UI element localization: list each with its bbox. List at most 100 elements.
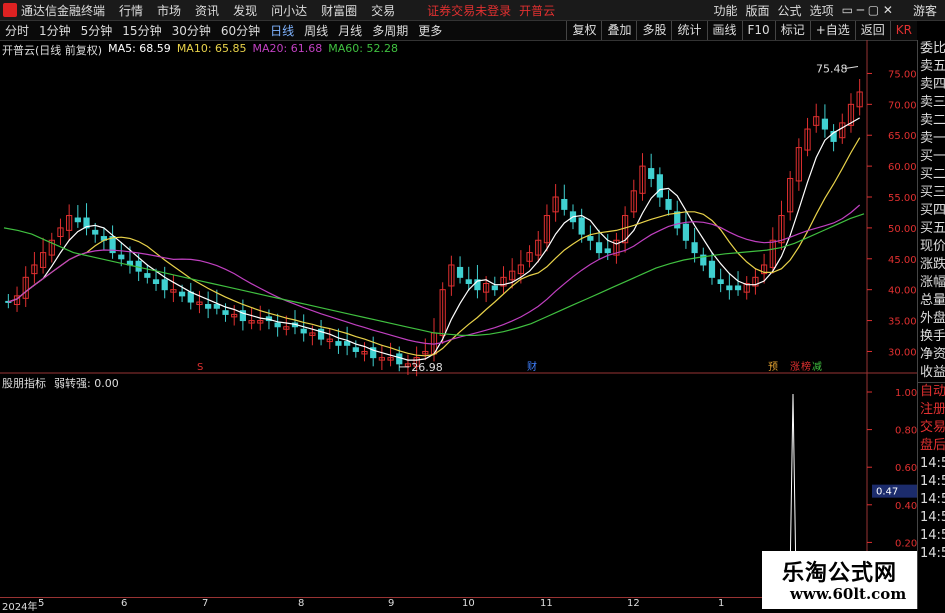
menu-jiaoyi[interactable]: 交易	[371, 2, 395, 19]
candle-body	[144, 273, 151, 278]
period-5min[interactable]: 5分钟	[76, 22, 118, 39]
sidebar-item: 买四	[920, 203, 945, 218]
period-bar: 分时 1分钟 5分钟 15分钟 30分钟 60分钟 日线 周线 月线 多周期 更…	[0, 21, 917, 41]
sidebar-item: 14:57	[920, 546, 945, 561]
kline-chart[interactable]: 75.00 70.00 65.00 60.00 55.00 50.00 45.00 40.00…	[0, 40, 917, 597]
sub-tick-label: 0.60	[895, 463, 917, 474]
sidebar-item: 总量	[920, 293, 945, 308]
menu-banmian[interactable]: 版面	[746, 2, 770, 19]
candle-body	[74, 217, 81, 223]
period-fenshi[interactable]: 分时	[0, 22, 34, 39]
sidebar-item: 涨幅	[920, 275, 945, 290]
marker-bang: 榜	[801, 360, 811, 373]
watermark-url: www.60lt.com	[790, 585, 907, 603]
menu-shichang[interactable]: 市场	[157, 2, 181, 19]
high-price-label: 75.48	[816, 62, 848, 75]
candle-body	[352, 347, 359, 352]
period-week[interactable]: 周线	[299, 22, 333, 39]
tool-kr[interactable]: KR	[889, 21, 917, 40]
guest-label[interactable]: 游客	[913, 2, 937, 19]
date-label: 7	[202, 598, 209, 609]
candle-body	[691, 242, 698, 254]
sub-indicator-info: 股朋指标 弱转强: 0.00	[2, 375, 119, 391]
candle-body	[205, 304, 212, 309]
tool-fanhui[interactable]: 返回	[854, 21, 890, 40]
sidebar-item: 收益	[920, 365, 945, 380]
candle-body	[92, 229, 99, 235]
low-price-label: 26.98	[411, 361, 443, 374]
sub-tick-label: 0.40	[895, 501, 917, 512]
candle-body	[222, 310, 229, 315]
period-more[interactable]: 更多	[413, 22, 447, 39]
menu-gongshi[interactable]: 公式	[778, 2, 802, 19]
period-30min[interactable]: 30分钟	[167, 22, 216, 39]
sidebar-item: 交易	[920, 420, 945, 435]
ma60-line	[3, 213, 865, 336]
tool-f10[interactable]: F10	[741, 21, 775, 40]
candle-body	[587, 236, 594, 241]
candle-body	[734, 285, 742, 291]
sub-tick-label: 1.00	[895, 388, 917, 399]
candle-body	[213, 304, 220, 309]
price-tick-label: 60.00	[888, 162, 917, 173]
login-notice[interactable]: 证券交易未登录	[427, 2, 511, 19]
sidebar-item: 买五	[920, 221, 945, 236]
window-controls[interactable]: ▭ ─ ▢ ✕	[842, 3, 893, 17]
candle-body	[561, 198, 568, 210]
marker-s: S	[197, 362, 203, 373]
candle-body	[665, 198, 672, 210]
period-1min[interactable]: 1分钟	[34, 22, 76, 39]
menu-hangqing[interactable]: 行情	[119, 2, 143, 19]
date-label: 5	[38, 598, 45, 609]
title-bar: 通达信金融终端 行情 市场 资讯 发现 问小达 财富圈 交易 证券交易未登录 开…	[0, 0, 945, 21]
sub-indicator-value: 弱转强: 0.00	[54, 377, 119, 390]
tool-duogu[interactable]: 多股	[636, 21, 671, 40]
stock-name-top: 开普云	[519, 3, 556, 18]
sidebar-item: 14:56	[920, 510, 945, 525]
sidebar-item: 卖五	[920, 59, 945, 74]
tool-fuquan[interactable]: 复权	[566, 21, 601, 40]
sidebar-item: 现价	[920, 239, 945, 254]
period-month[interactable]: 月线	[333, 22, 367, 39]
marker-jian: 减	[812, 361, 822, 373]
sidebar-item: 卖三	[920, 95, 945, 110]
candle-body	[604, 248, 611, 254]
candle-body	[178, 291, 186, 297]
price-tick-label: 30.00	[888, 347, 917, 358]
menu-caifuquan[interactable]: 财富圈	[321, 2, 357, 19]
price-tick-label: 75.00	[888, 69, 917, 80]
tool-diejia[interactable]: 叠加	[601, 21, 636, 40]
menu-zixun[interactable]: 资讯	[195, 2, 219, 19]
tool-tongji[interactable]: 统计	[671, 21, 706, 40]
menu-faxian[interactable]: 发现	[233, 2, 257, 19]
candle-body	[578, 217, 585, 235]
sidebar-item: 卖二	[920, 113, 945, 128]
sidebar-item: 净资	[920, 347, 945, 362]
candle-body	[118, 254, 125, 260]
price-tick-label: 65.00	[888, 131, 917, 142]
tool-biaoji[interactable]: 标记	[774, 21, 810, 40]
period-day[interactable]: 日线	[265, 22, 299, 39]
marker-cai: 财	[527, 360, 537, 373]
candle-body	[300, 328, 307, 334]
sidebar-item: 卖一	[920, 131, 945, 146]
app-logo-icon	[3, 3, 17, 17]
period-multi[interactable]: 多周期	[367, 22, 413, 39]
marker-zhang: 涨	[790, 361, 800, 373]
tool-zixuan[interactable]: +自选	[809, 21, 855, 40]
menu-gongneng[interactable]: 功能	[714, 2, 738, 19]
sidebar-item: 涨跌	[920, 257, 945, 272]
candle-body	[708, 260, 716, 278]
period-15min[interactable]: 15分钟	[117, 22, 166, 39]
candle-body	[335, 341, 342, 346]
menu-xuanxiang[interactable]: 选项	[810, 2, 834, 19]
candle-body	[821, 118, 829, 130]
sidebar-item: 外盘	[920, 311, 945, 326]
menu-wenxiaoda[interactable]: 问小达	[271, 2, 307, 19]
watermark-title: 乐淘公式网	[782, 561, 898, 586]
marker-yu: 预	[768, 361, 778, 373]
price-tick-label: 50.00	[888, 224, 917, 235]
tool-huaxian[interactable]: 画线	[706, 21, 742, 40]
period-60min[interactable]: 60分钟	[216, 22, 265, 39]
price-tick-label: 40.00	[888, 286, 917, 297]
